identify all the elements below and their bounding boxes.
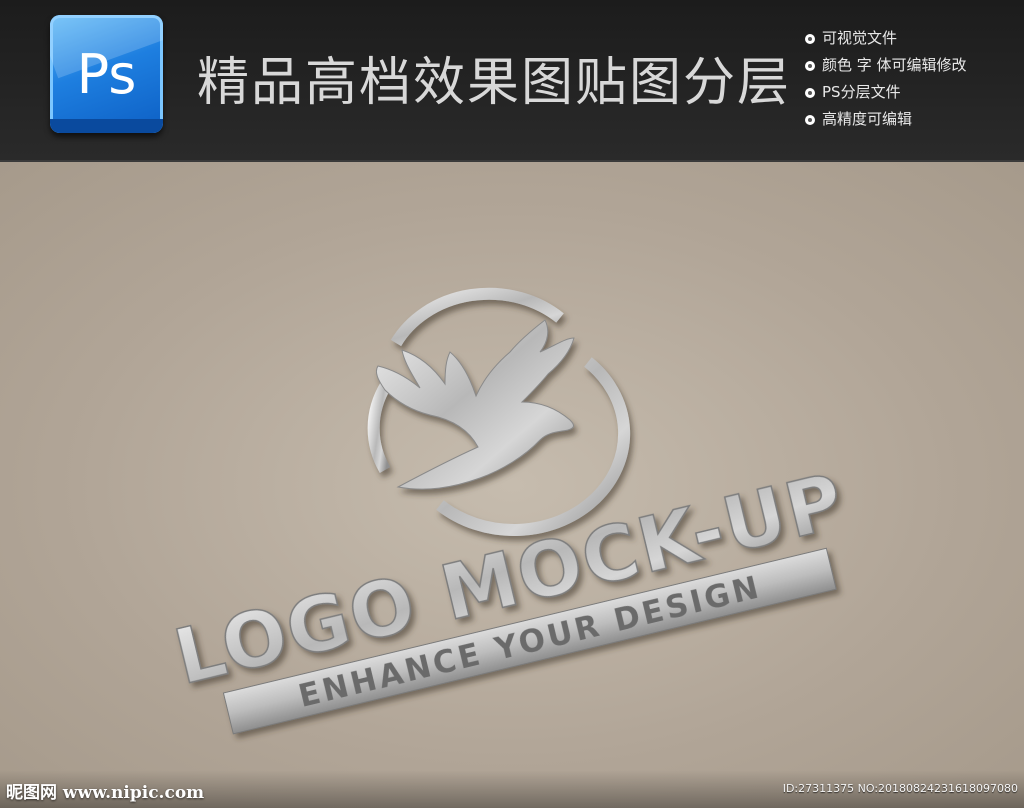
watermark-site: 昵图网 www.nipic.com [6, 783, 205, 803]
logo-mockup: LOGO MOCK-UP ENHANCE YOUR DESIGN [165, 287, 854, 735]
watermark-id: ID:27311375 NO:20180824231618097080 [782, 782, 1018, 795]
dove-icon [375, 319, 575, 490]
dove-emblem [367, 287, 631, 536]
